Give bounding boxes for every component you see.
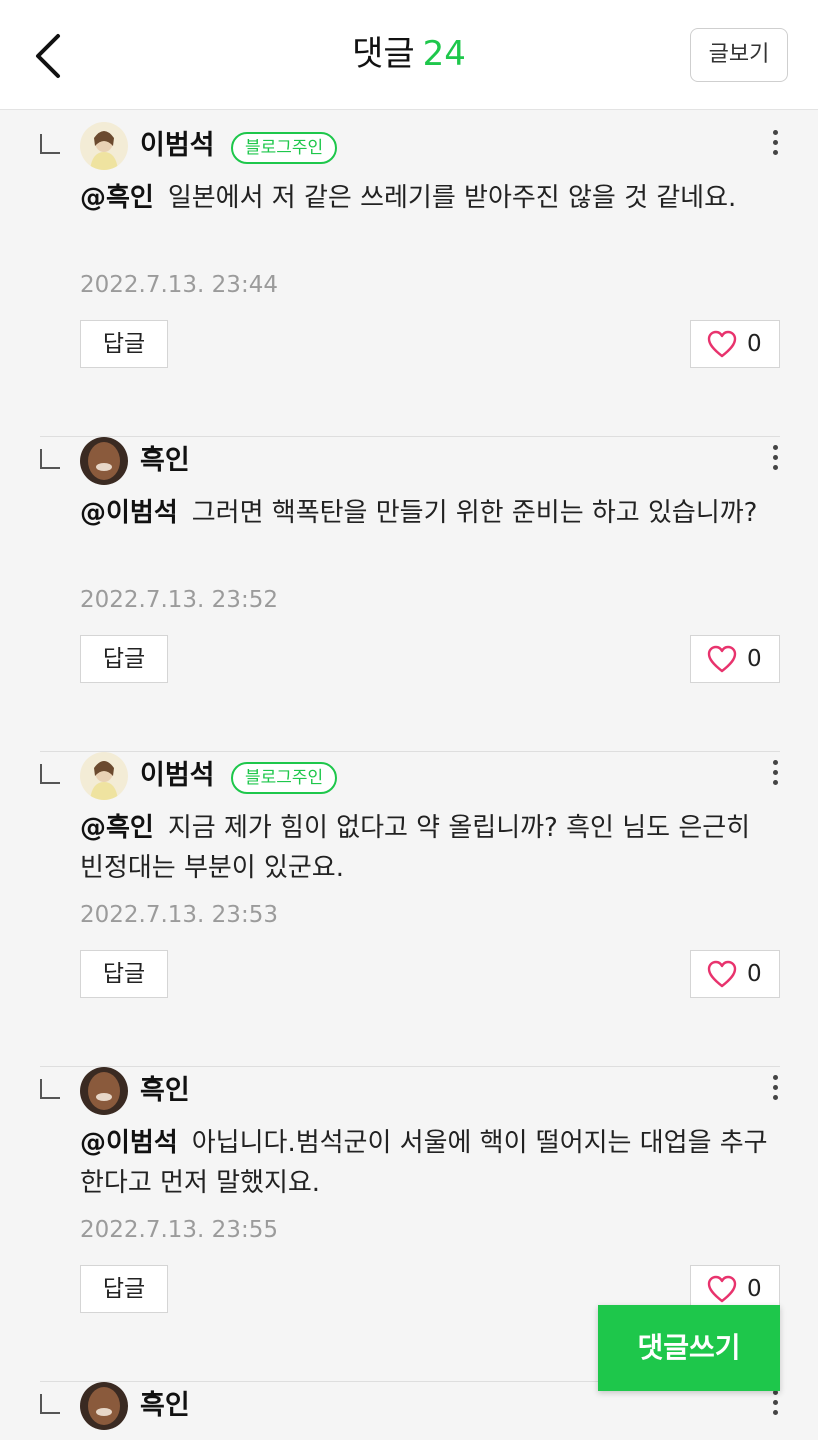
comment-timestamp: 2022.7.13. 23:53: [80, 902, 278, 928]
mention-link[interactable]: @흑인: [80, 183, 154, 213]
comment-author[interactable]: 흑인: [140, 1071, 190, 1111]
reply-button[interactable]: 답글: [80, 1265, 168, 1313]
reply-button[interactable]: 답글: [80, 635, 168, 683]
reply-indent-icon: [40, 1394, 60, 1414]
like-button[interactable]: 0: [690, 635, 780, 683]
reply-button[interactable]: 답글: [80, 320, 168, 368]
comment-message: 일본에서 저 같은 쓰레기를 받아주진 않을 것 같네요.: [167, 183, 737, 213]
like-count: 0: [747, 646, 762, 672]
more-options-icon[interactable]: [770, 130, 780, 162]
reply-indent-icon: [40, 449, 60, 469]
more-options-icon[interactable]: [770, 1390, 780, 1422]
comment-item: 이범석 블로그주인 @흑인 일본에서 저 같은 쓰레기를 받아주진 않을 것 같네…: [40, 122, 780, 437]
heart-icon: [707, 330, 737, 358]
more-options-icon[interactable]: [770, 760, 780, 792]
view-post-button[interactable]: 글보기: [690, 28, 788, 82]
comment-author[interactable]: 흑인: [140, 441, 190, 481]
avatar[interactable]: [80, 1382, 128, 1430]
write-comment-button[interactable]: 댓글쓰기: [598, 1305, 780, 1391]
avatar[interactable]: [80, 752, 128, 800]
comment-timestamp: 2022.7.13. 23:55: [80, 1217, 278, 1243]
comment-text: @흑인 일본에서 저 같은 쓰레기를 받아주진 않을 것 같네요.: [80, 178, 780, 218]
reply-button[interactable]: 답글: [80, 950, 168, 998]
reply-indent-icon: [40, 1079, 60, 1099]
reply-indent-icon: [40, 764, 60, 784]
avatar[interactable]: [80, 122, 128, 170]
page-title-label: 댓글: [352, 34, 415, 74]
like-button[interactable]: 0: [690, 950, 780, 998]
comment-message: 그러면 핵폭탄을 만들기 위한 준비는 하고 있습니까?: [191, 498, 758, 528]
mention-link[interactable]: @이범석: [80, 1128, 178, 1158]
comment-timestamp: 2022.7.13. 23:44: [80, 272, 278, 298]
comment-text: @이범석 그러면 핵폭탄을 만들기 위한 준비는 하고 있습니까?: [80, 493, 780, 533]
comment-author[interactable]: 이범석: [140, 126, 215, 166]
blog-owner-badge: 블로그주인: [231, 132, 338, 164]
comment-item: 흑인 @이범석 그러면 핵폭탄을 만들기 위한 준비는 하고 있습니까? 2022…: [40, 437, 780, 752]
avatar[interactable]: [80, 437, 128, 485]
comment-timestamp: 2022.7.13. 23:52: [80, 587, 278, 613]
mention-link[interactable]: @이범석: [80, 498, 178, 528]
more-options-icon[interactable]: [770, 1075, 780, 1107]
more-options-icon[interactable]: [770, 445, 780, 477]
comment-author[interactable]: 흑인: [140, 1386, 190, 1426]
mention-link[interactable]: @흑인: [80, 813, 154, 843]
heart-icon: [707, 960, 737, 988]
like-count: 0: [747, 961, 762, 987]
comment-text: @이범석 아닙니다.범석군이 서울에 핵이 떨어지는 대업을 추구한다고 먼저 말…: [80, 1123, 780, 1203]
like-button[interactable]: 0: [690, 320, 780, 368]
comment-count: 24: [422, 34, 466, 74]
comment-message: 지금 제가 힘이 없다고 약 올립니까? 흑인 님도 은근히 빈정대는 부분이 …: [80, 813, 751, 883]
heart-icon: [707, 645, 737, 673]
comment-author[interactable]: 이범석: [140, 756, 215, 796]
comment-item: 이범석 블로그주인 @흑인 지금 제가 힘이 없다고 약 올립니까? 흑인 님도 …: [40, 752, 780, 1067]
like-count: 0: [747, 331, 762, 357]
heart-icon: [707, 1275, 737, 1303]
reply-indent-icon: [40, 134, 60, 154]
top-bar: 댓글 24 글보기: [0, 0, 818, 110]
comment-text: @흑인 지금 제가 힘이 없다고 약 올립니까? 흑인 님도 은근히 빈정대는 부…: [80, 808, 780, 888]
comment-message: 아닙니다.범석군이 서울에 핵이 떨어지는 대업을 추구한다고 먼저 말했지요.: [80, 1128, 768, 1198]
blog-owner-badge: 블로그주인: [231, 762, 338, 794]
avatar[interactable]: [80, 1067, 128, 1115]
